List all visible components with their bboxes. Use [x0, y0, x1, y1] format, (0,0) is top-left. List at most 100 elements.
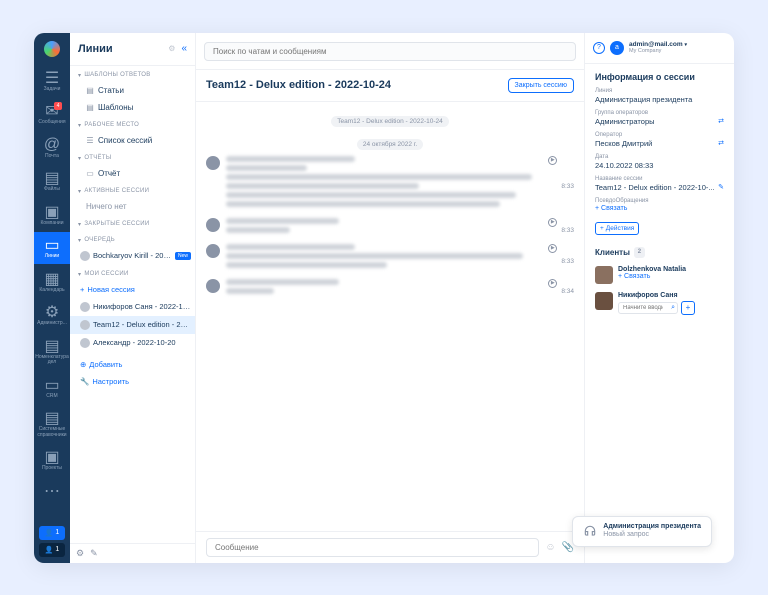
info-title: Информация о сессии: [595, 72, 724, 82]
nav-admin[interactable]: ⚙Администр...: [34, 299, 70, 331]
book-icon: ▤: [45, 411, 59, 425]
client-link[interactable]: + Связать: [618, 273, 724, 280]
group-reports[interactable]: ▾ОТЧЁТЫ: [70, 149, 195, 165]
sidebar-footer: ⚙ ✎: [70, 543, 195, 563]
session-item[interactable]: Никифоров Саня - 2022-10-24: [70, 298, 195, 316]
list-icon: ☰: [86, 136, 94, 144]
chevron-down-icon: ▾: [78, 221, 81, 228]
sent-icon: ▶: [548, 218, 557, 227]
sidebar-item-articles[interactable]: ▤Статьи: [70, 82, 195, 99]
group-active[interactable]: ▾АКТИВНЫЕ СЕССИИ: [70, 182, 195, 198]
settings-icon[interactable]: ⚙: [76, 548, 84, 559]
sidebar-item-sessions[interactable]: ☰Список сессий: [70, 132, 195, 149]
chart-icon: ▭: [86, 169, 94, 177]
count-badge: 2: [634, 247, 645, 258]
link-connect[interactable]: + Связать: [595, 205, 724, 212]
collapse-icon[interactable]: «: [181, 43, 187, 54]
swap-icon[interactable]: ⇄: [718, 117, 724, 125]
queue-session[interactable]: Bochkaryov Kirill - 2022-1New: [70, 247, 195, 265]
client-search-input[interactable]: [618, 302, 678, 314]
swap-icon[interactable]: ⇄: [718, 139, 724, 147]
field-name: Название сессии Team12 - Delux edition -…: [595, 176, 724, 192]
doc-icon: ▤: [86, 103, 94, 111]
chevron-down-icon: ▾: [78, 155, 81, 162]
client-item: Dolzhenkova Natalia + Связать: [585, 262, 734, 288]
group-workspace[interactable]: ▾РАБОЧЕЕ МЕСТО: [70, 116, 195, 132]
new-badge: New: [175, 252, 191, 260]
edit-icon[interactable]: ✎: [90, 548, 98, 559]
nav-sys[interactable]: ▤Системные справочники: [34, 405, 70, 442]
message-body: [226, 244, 548, 271]
avatar: [595, 266, 613, 284]
nav-companies[interactable]: ▣Компании: [34, 199, 70, 231]
right-header: ? a admin@mail.com ▾ My Company: [585, 33, 734, 64]
message-time: 8:34: [561, 288, 574, 295]
configure-button[interactable]: 🔧Настроить: [70, 373, 195, 390]
chat-header: Team12 - Delux edition - 2022-10-24 Закр…: [196, 70, 584, 102]
message-time: 8:33: [561, 227, 574, 234]
at-icon: @: [45, 138, 59, 152]
nav-tasks[interactable]: ☰Задачи: [34, 65, 70, 97]
dots-icon: ⋯: [45, 484, 59, 498]
avatar: [80, 251, 90, 261]
search-bar: [196, 33, 584, 70]
help-icon[interactable]: ?: [593, 42, 605, 54]
avatar: [595, 292, 613, 310]
nav-crm[interactable]: ▭CRM: [34, 372, 70, 404]
message-time: 8:33: [561, 183, 574, 190]
right-panel: ? a admin@mail.com ▾ My Company Информац…: [584, 33, 734, 563]
nav-projects[interactable]: ▣Проекты: [34, 444, 70, 476]
user-email: admin@mail.com ▾: [629, 41, 687, 49]
nav-lines[interactable]: ▭Линии: [34, 232, 70, 264]
group-my[interactable]: ▾МОИ СЕССИИ: [70, 265, 195, 281]
edit-icon[interactable]: ✎: [718, 183, 724, 191]
nav-nomenc[interactable]: ▤Номенклатура дел: [34, 333, 70, 370]
user-info[interactable]: admin@mail.com ▾ My Company: [629, 41, 687, 55]
nav-users-total[interactable]: 👤1: [39, 543, 65, 557]
search-icon[interactable]: ⌕: [671, 304, 675, 312]
close-session-button[interactable]: Закрыть сессию: [508, 78, 574, 93]
add-button[interactable]: ⊕Добавить: [70, 356, 195, 373]
nav-more[interactable]: ⋯: [34, 478, 70, 502]
group-closed[interactable]: ▾ЗАКРЫТЫЕ СЕССИИ: [70, 215, 195, 231]
session-item[interactable]: Александр - 2022-10-20: [70, 334, 195, 352]
nav-mail[interactable]: @Почта: [34, 132, 70, 164]
clients-header: Клиенты 2: [585, 243, 734, 262]
nav-messages[interactable]: 4✉Сообщения: [34, 98, 70, 130]
main-nav: ☰Задачи 4✉Сообщения @Почта ▤Файлы ▣Компа…: [34, 33, 70, 563]
nav-users-online[interactable]: 👤1: [39, 526, 65, 540]
add-client-button[interactable]: +: [681, 301, 695, 315]
date-pill: 24 октября 2022 г.: [357, 139, 423, 150]
session-item-selected[interactable]: Team12 - Delux edition - 2022: [70, 316, 195, 334]
file-icon: ▤: [45, 171, 59, 185]
new-session-button[interactable]: +Новая сессия: [70, 281, 195, 298]
crm-icon: ▭: [45, 378, 59, 392]
group-templates[interactable]: ▾ШАБЛОНЫ ОТВЕТОВ: [70, 66, 195, 82]
nav-files[interactable]: ▤Файлы: [34, 165, 70, 197]
monitor-icon: ▭: [45, 238, 59, 252]
field-operator: Оператор Песков Дмитрий⇄: [595, 132, 724, 148]
sidebar-item-templates[interactable]: ▤Шаблоны: [70, 99, 195, 116]
message-body: [226, 279, 548, 297]
clipboard-icon: ☰: [45, 71, 59, 85]
group-queue[interactable]: ▾ОЧЕРЕДЬ: [70, 231, 195, 247]
chevron-down-icon: ▾: [78, 237, 81, 244]
client-name: Dolzhenkova Natalia: [618, 266, 724, 273]
nav-calendar[interactable]: ▦Календарь: [34, 266, 70, 298]
gear-icon[interactable]: ⚙: [168, 44, 175, 53]
avatar: [206, 218, 220, 232]
emoji-icon[interactable]: ☺: [545, 542, 555, 553]
user-avatar[interactable]: a: [610, 41, 624, 55]
chat-body[interactable]: Team12 - Delux edition - 2022-10-24 24 о…: [196, 102, 584, 531]
message-body: [226, 218, 548, 236]
sidebar-item-report[interactable]: ▭Отчёт: [70, 165, 195, 182]
main-area: Team12 - Delux edition - 2022-10-24 Закр…: [196, 33, 584, 563]
message-input[interactable]: [206, 538, 539, 557]
sidebar: Линии ⚙ « ▾ШАБЛОНЫ ОТВЕТОВ ▤Статьи ▤Шабл…: [70, 33, 196, 563]
actions-button[interactable]: + Действия: [595, 222, 639, 235]
search-input[interactable]: [204, 42, 576, 61]
building-icon: ▣: [45, 205, 59, 219]
toast-notification[interactable]: Администрация президента Новый запрос: [572, 516, 712, 547]
sidebar-header: Линии ⚙ «: [70, 33, 195, 66]
plus-icon: +: [80, 285, 84, 294]
